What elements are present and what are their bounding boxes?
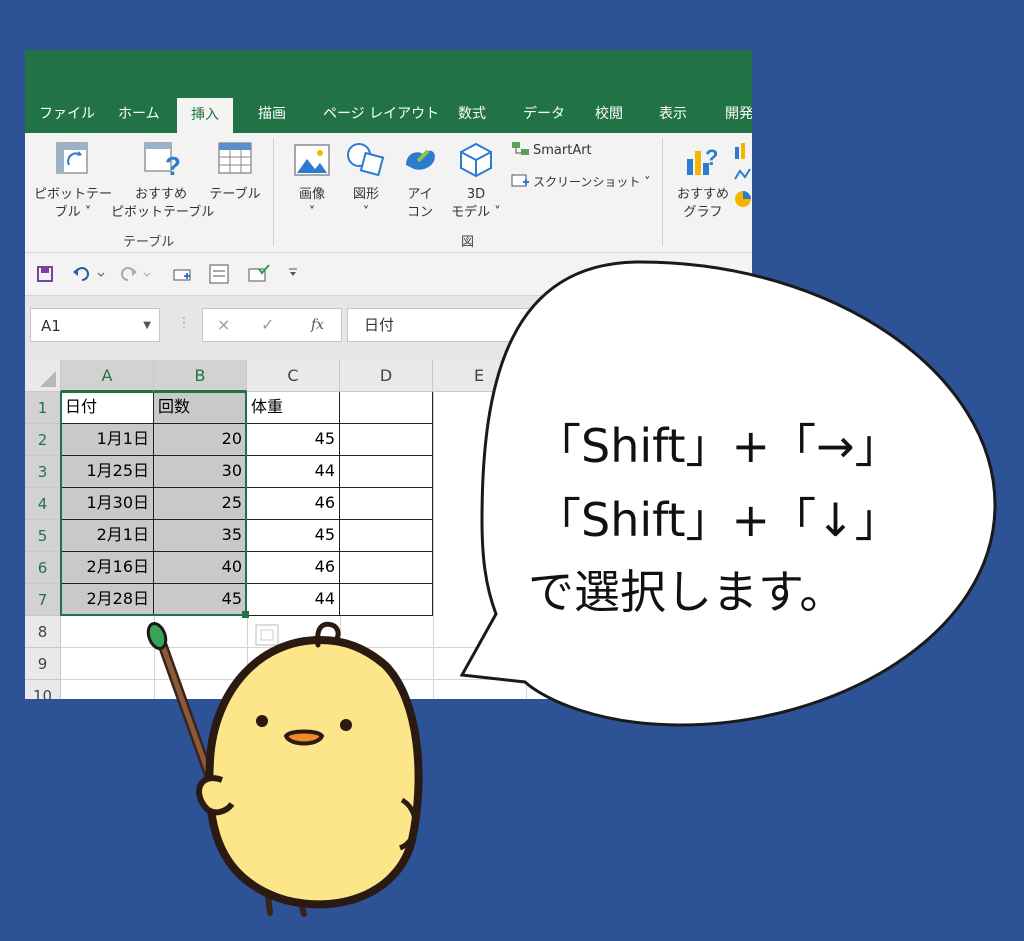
- chick-character-icon: [146, 621, 423, 917]
